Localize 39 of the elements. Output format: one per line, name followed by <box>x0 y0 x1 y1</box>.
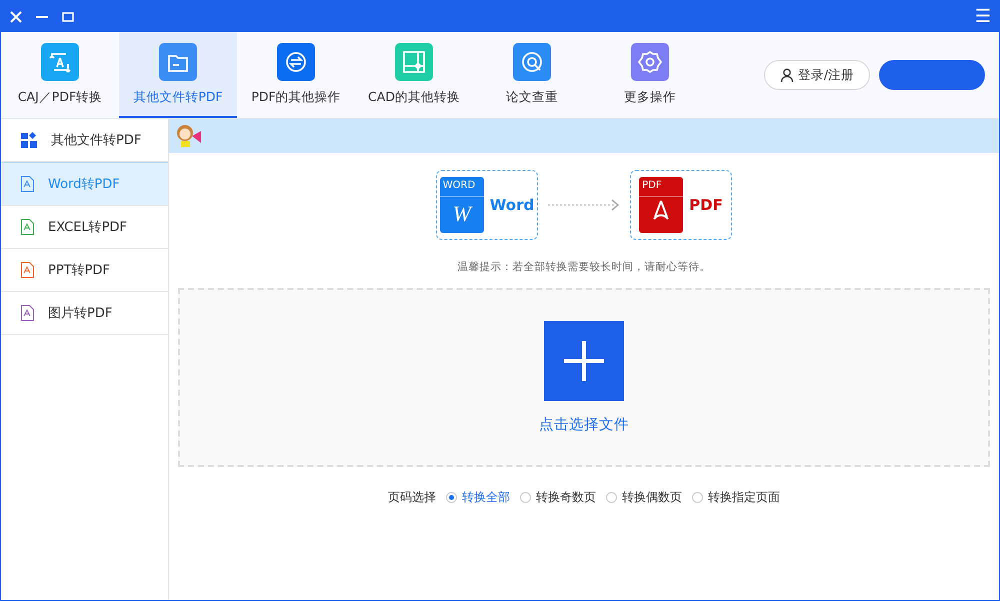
close-icon[interactable] <box>9 10 23 24</box>
spreadsheet-icon <box>21 219 34 235</box>
add-icon <box>544 321 624 401</box>
file-drop-zone[interactable]: 点击选择文件 <box>178 288 990 467</box>
radio-option[interactable]: 转换全部 <box>446 489 510 506</box>
grid-icon <box>21 132 37 148</box>
format-name: Word <box>490 196 534 214</box>
nav-tab[interactable]: 论文查重 <box>473 32 591 118</box>
nav-tab[interactable]: 更多操作 <box>591 32 709 118</box>
hint-text: 温馨提示：若全部转换需要较长时间，请耐心等待。 <box>456 260 712 274</box>
drop-zone-label: 点击选择文件 <box>539 416 629 434</box>
page-range-label: 页码选择 <box>388 489 436 506</box>
radio-button[interactable] <box>446 492 457 503</box>
folder-icon <box>159 42 197 80</box>
login-button[interactable]: 登录/注册 <box>764 60 870 90</box>
swap-icon <box>277 42 315 80</box>
radio-button[interactable] <box>520 492 531 503</box>
arrow-icon <box>546 198 622 212</box>
cad-icon <box>395 42 433 80</box>
nav-tab[interactable]: CAD的其他转换 <box>355 32 473 118</box>
maximize-icon[interactable] <box>61 10 75 24</box>
word-file-icon: WORD W <box>440 177 484 233</box>
action-button[interactable] <box>879 60 985 90</box>
radio-option[interactable]: 转换奇数页 <box>520 489 596 506</box>
nav-tab[interactable]: 其他文件转PDF <box>119 32 237 118</box>
radio-option[interactable]: 转换指定页面 <box>692 489 780 506</box>
radio-button[interactable] <box>606 492 617 503</box>
image-file-icon <box>21 305 34 321</box>
nav-tab[interactable]: CAJ／PDF转换 <box>1 32 119 118</box>
document-icon <box>21 176 34 192</box>
pdf-file-icon: PDF <box>639 177 684 233</box>
menu-icon[interactable]: ☰ <box>974 8 991 26</box>
settings-icon <box>631 42 669 80</box>
radio-button[interactable] <box>692 492 703 503</box>
document-icon <box>21 262 34 278</box>
user-icon <box>780 68 794 82</box>
radio-option[interactable]: 转换偶数页 <box>606 489 682 506</box>
format-name: PDF <box>689 196 723 214</box>
nav-tab[interactable]: PDF的其他操作 <box>237 32 355 118</box>
